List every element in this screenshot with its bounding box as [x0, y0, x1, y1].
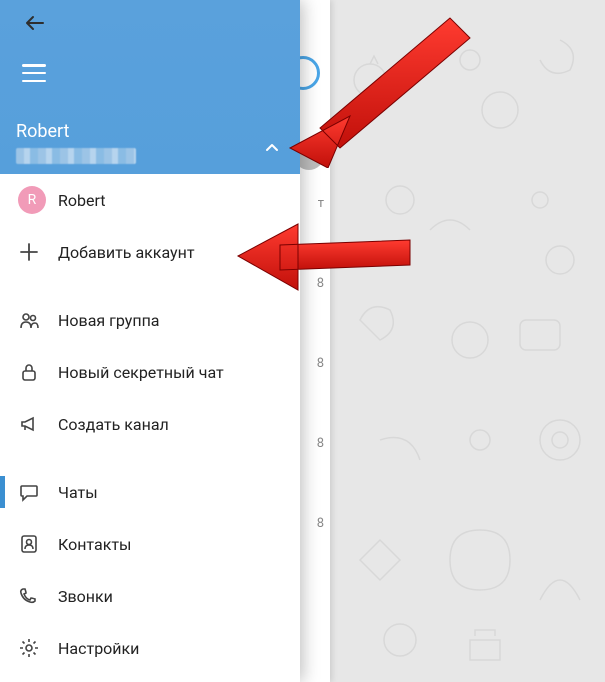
menu-label: Добавить аккаунт	[58, 243, 195, 262]
account-item-current[interactable]: R Robert	[0, 174, 300, 226]
back-icon[interactable]	[24, 12, 46, 34]
profile-name: Robert	[16, 121, 286, 142]
chats-item[interactable]: Чаты	[0, 466, 300, 518]
contacts-item[interactable]: Контакты	[0, 518, 300, 570]
avatar: R	[18, 186, 46, 214]
new-secret-chat-item[interactable]: Новый секретный чат	[0, 346, 300, 398]
profile-phone-redacted	[16, 148, 136, 164]
add-account-item[interactable]: Добавить аккаунт	[0, 226, 300, 278]
gear-icon	[18, 637, 58, 659]
plus-icon	[18, 241, 58, 263]
menu-label: Новый секретный чат	[58, 363, 224, 382]
settings-item[interactable]: Настройки	[0, 622, 300, 674]
drawer-menu: R Robert Добавить аккаунт Новая группа Н…	[0, 174, 300, 682]
chat-badge: 8	[317, 276, 324, 291]
drawer-header: Robert	[0, 0, 300, 174]
new-group-item[interactable]: Новая группа	[0, 294, 300, 346]
chat-badge: 8	[317, 436, 324, 451]
accounts-toggle[interactable]	[258, 134, 286, 162]
megaphone-icon	[18, 413, 58, 435]
chat-icon	[18, 481, 58, 503]
contacts-icon	[18, 533, 58, 555]
menu-label: Новая группа	[58, 311, 160, 330]
profile-block[interactable]: Robert	[16, 121, 286, 164]
calls-item[interactable]: Звонки	[0, 570, 300, 622]
menu-label: Звонки	[58, 587, 113, 606]
chat-list-column: т 8 8 8 8	[300, 0, 330, 682]
new-channel-item[interactable]: Создать канал	[0, 398, 300, 450]
lock-icon	[18, 361, 58, 383]
chat-badge: 8	[317, 356, 324, 371]
group-icon	[18, 309, 58, 331]
menu-label: Чаты	[58, 483, 98, 502]
side-drawer: Robert R Robert Добавить аккаунт	[0, 0, 300, 682]
chat-badge: т	[318, 196, 324, 211]
menu-label: Контакты	[58, 535, 131, 554]
hamburger-icon[interactable]	[22, 64, 46, 82]
account-name: Robert	[58, 191, 106, 210]
chat-badge: 8	[317, 516, 324, 531]
phone-icon	[18, 585, 58, 607]
avatar-initial: R	[28, 192, 37, 208]
menu-label: Настройки	[58, 639, 139, 658]
menu-label: Создать канал	[58, 415, 169, 434]
